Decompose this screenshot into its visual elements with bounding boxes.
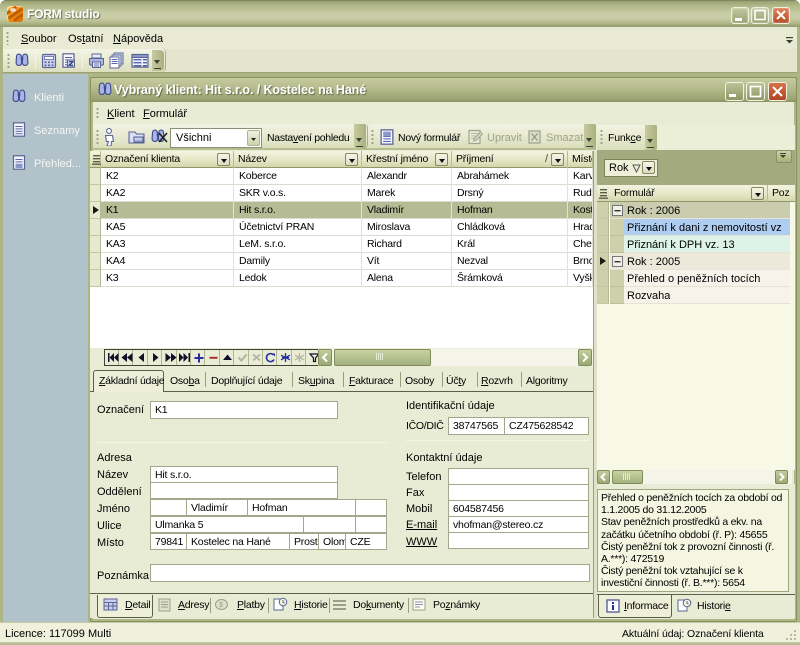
svg-text:$: $ <box>219 602 223 609</box>
